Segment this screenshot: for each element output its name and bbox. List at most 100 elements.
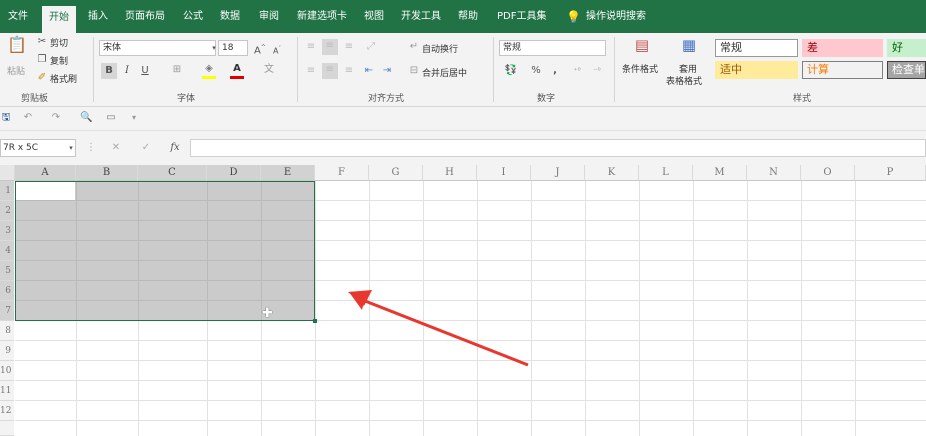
phonetic-icon[interactable]: 文 (262, 63, 276, 77)
number-format-select[interactable]: 常规 (499, 40, 606, 56)
insert-function-button[interactable]: fx (168, 141, 182, 155)
borders-icon[interactable]: ⊞ (170, 63, 184, 77)
tab-view[interactable]: 视图 (364, 7, 384, 27)
style-check-cell[interactable]: 检查单 (887, 61, 926, 79)
align-bottom-icon[interactable]: ≡ (342, 40, 356, 54)
tab-home[interactable]: 开始 (42, 6, 76, 33)
name-box[interactable]: 7R x 5C (0, 139, 76, 157)
percent-button[interactable]: % (530, 64, 542, 78)
italic-button[interactable]: I (122, 64, 132, 78)
column-header[interactable]: O (801, 165, 855, 181)
row-header[interactable]: 9 (0, 341, 14, 361)
style-calculation[interactable]: 计算 (802, 61, 883, 79)
decrease-font-icon[interactable]: Aˇ (272, 42, 282, 59)
paste-icon[interactable]: 📋 (7, 37, 27, 60)
row-header[interactable]: 5 (0, 261, 14, 281)
active-cell[interactable] (16, 182, 75, 200)
column-header[interactable]: M (693, 165, 747, 181)
paste-button-label[interactable]: 粘贴 (7, 64, 25, 77)
tab-pdf-tools[interactable]: PDF工具集 (497, 7, 546, 27)
row-header[interactable]: 1 (0, 181, 14, 201)
column-header[interactable]: B (76, 165, 138, 181)
cancel-icon[interactable]: ✕ (110, 141, 122, 155)
cut-button[interactable]: 剪切 (50, 36, 68, 49)
formula-input[interactable] (190, 139, 926, 157)
fill-color-icon[interactable]: ◈ (202, 62, 216, 79)
merge-icon[interactable]: ⊟ (408, 64, 420, 78)
style-bad[interactable]: 差 (802, 39, 883, 57)
merge-center-button[interactable]: 合并后居中 (422, 66, 467, 79)
column-header[interactable]: H (423, 165, 477, 181)
row-header[interactable]: 3 (0, 221, 14, 241)
increase-decimal-icon[interactable]: ⁺⁰ (570, 64, 584, 78)
customize-qat-icon[interactable]: ▾ (130, 111, 138, 125)
comma-button[interactable]: , (550, 64, 560, 78)
select-all-corner[interactable] (0, 165, 15, 181)
wrap-text-button[interactable]: 自动换行 (422, 42, 458, 55)
column-header[interactable]: K (585, 165, 639, 181)
currency-icon[interactable]: 💱 (504, 64, 518, 78)
font-color-icon[interactable]: A (230, 62, 244, 79)
increase-indent-icon[interactable]: ⇥ (380, 64, 394, 78)
row-header[interactable]: 11 (0, 381, 14, 401)
tab-new-tab[interactable]: 新建选项卡 (297, 7, 347, 27)
table-format-icon[interactable]: ▦ (679, 38, 699, 53)
enter-icon[interactable]: ✓ (140, 141, 152, 155)
row-header[interactable]: 8 (0, 321, 14, 341)
row-header[interactable]: 6 (0, 281, 14, 301)
lightbulb-icon[interactable]: 💡 (566, 7, 581, 27)
column-header[interactable]: A (15, 165, 76, 181)
save-icon[interactable]: 🖫 (0, 111, 12, 125)
font-size-select[interactable]: 18 (218, 40, 248, 56)
conditional-format-button[interactable]: 条件格式 (622, 62, 658, 75)
column-header[interactable]: P (855, 165, 926, 181)
tab-formulas[interactable]: 公式 (183, 7, 203, 27)
format-painter-button[interactable]: 格式刷 (50, 72, 77, 85)
style-neutral[interactable]: 适中 (715, 61, 798, 79)
tab-developer[interactable]: 开发工具 (401, 7, 441, 27)
selected-range[interactable] (15, 181, 315, 321)
tab-page-layout[interactable]: 页面布局 (125, 7, 165, 27)
tab-file[interactable]: 文件 (8, 7, 28, 27)
column-header[interactable]: G (369, 165, 423, 181)
redo-icon[interactable]: ↷ (50, 111, 62, 125)
chevron-down-icon[interactable]: ▾ (67, 141, 75, 155)
column-header[interactable]: C (138, 165, 207, 181)
align-right-icon[interactable]: ≡ (342, 64, 356, 78)
row-header[interactable]: 4 (0, 241, 14, 261)
fill-handle[interactable] (313, 319, 317, 323)
column-header[interactable]: I (477, 165, 531, 181)
row-header[interactable]: 12 (0, 401, 14, 421)
column-header[interactable]: L (639, 165, 693, 181)
tab-help[interactable]: 帮助 (458, 7, 478, 27)
chevron-down-icon[interactable]: ▾ (210, 41, 218, 55)
decrease-decimal-icon[interactable]: ⁻⁰ (590, 64, 604, 78)
orientation-icon[interactable]: ⤢ (364, 40, 378, 54)
row-header[interactable]: 2 (0, 201, 14, 221)
tab-insert[interactable]: 插入 (88, 7, 108, 27)
bold-button[interactable]: B (101, 63, 117, 79)
font-name-select[interactable]: 宋体 (99, 40, 216, 56)
tab-data[interactable]: 数据 (220, 7, 240, 27)
column-header[interactable]: D (207, 165, 261, 181)
align-middle-icon[interactable]: ≡ (322, 39, 338, 55)
tab-review[interactable]: 审阅 (259, 7, 279, 27)
table-format-label[interactable]: 表格格式 (666, 74, 702, 87)
decrease-indent-icon[interactable]: ⇤ (362, 64, 376, 78)
row-header[interactable] (0, 421, 14, 436)
tell-me-search[interactable]: 操作说明搜索 (586, 7, 646, 27)
style-good[interactable]: 好 (887, 39, 926, 57)
align-center-icon[interactable]: ≡ (322, 63, 338, 79)
wrap-text-icon[interactable]: ↵ (408, 40, 420, 54)
column-header[interactable]: N (747, 165, 801, 181)
style-normal[interactable]: 常规 (715, 39, 798, 57)
increase-font-icon[interactable]: A^ (254, 41, 266, 58)
column-header[interactable]: J (531, 165, 585, 181)
undo-icon[interactable]: ↶ (22, 111, 34, 125)
screen-icon[interactable]: ▭ (104, 111, 118, 125)
align-top-icon[interactable]: ≡ (304, 40, 318, 54)
row-header[interactable]: 7 (0, 301, 14, 321)
column-header[interactable]: E (261, 165, 315, 181)
conditional-format-icon[interactable]: ▤ (632, 38, 652, 53)
align-left-icon[interactable]: ≡ (304, 64, 318, 78)
